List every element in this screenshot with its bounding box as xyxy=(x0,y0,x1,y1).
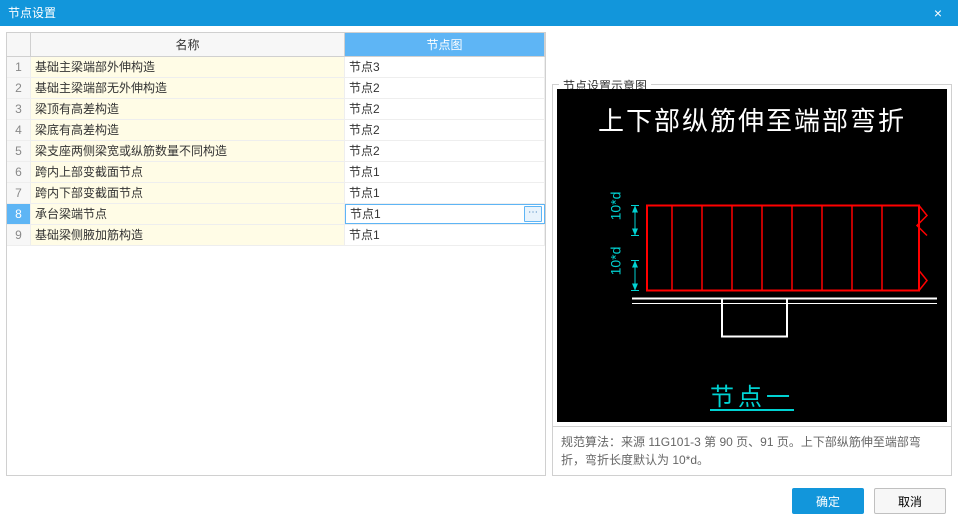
table-row[interactable]: 1基础主梁端部外伸构造节点3 xyxy=(7,57,545,78)
table-row[interactable]: 4梁底有高差构造节点2 xyxy=(7,120,545,141)
th-name[interactable]: 名称 xyxy=(31,33,345,56)
preview-panel: 节点设置示意图 上下部纵筋伸至端部弯折 xyxy=(552,84,952,476)
row-name[interactable]: 梁底有高差构造 xyxy=(31,120,345,140)
row-diagram[interactable]: 节点1 xyxy=(345,162,545,182)
row-diagram[interactable]: 节点1 xyxy=(345,225,545,245)
row-number: 4 xyxy=(7,120,31,140)
diagram-canvas: 上下部纵筋伸至端部弯折 xyxy=(557,89,947,422)
row-name[interactable]: 基础梁侧腋加筋构造 xyxy=(31,225,345,245)
footer: 确定 取消 xyxy=(0,482,958,520)
dim-label-2: 10*d xyxy=(607,247,623,276)
row-diagram[interactable]: 节点2 xyxy=(345,120,545,140)
description-text: 规范算法：来源 11G101-3 第 90 页、91 页。上下部纵筋伸至端部弯折… xyxy=(553,426,951,475)
row-diagram[interactable]: 节点2 xyxy=(345,78,545,98)
row-name[interactable]: 承台梁端节点 xyxy=(31,204,345,224)
table-row[interactable]: 6跨内上部变截面节点节点1 xyxy=(7,162,545,183)
table-header: 名称 节点图 xyxy=(7,33,545,57)
table-row[interactable]: 5梁支座两侧梁宽或纵筋数量不同构造节点2 xyxy=(7,141,545,162)
table-row[interactable]: 3梁顶有高差构造节点2 xyxy=(7,99,545,120)
ellipsis-button[interactable]: ⋯ xyxy=(524,206,542,222)
row-number: 9 xyxy=(7,225,31,245)
row-number: 8 xyxy=(7,204,31,224)
row-number: 6 xyxy=(7,162,31,182)
row-diagram[interactable]: 节点1 ⋯ xyxy=(345,204,545,224)
row-name[interactable]: 基础主梁端部无外伸构造 xyxy=(31,78,345,98)
row-name[interactable]: 基础主梁端部外伸构造 xyxy=(31,57,345,77)
th-rownum xyxy=(7,33,31,56)
ok-button[interactable]: 确定 xyxy=(792,488,864,514)
settings-table: 名称 节点图 1基础主梁端部外伸构造节点32基础主梁端部无外伸构造节点23梁顶有… xyxy=(6,32,546,476)
diagram-caption: 节点一 xyxy=(710,377,794,412)
cancel-button[interactable]: 取消 xyxy=(874,488,946,514)
window-title: 节点设置 xyxy=(8,0,56,26)
row-number: 2 xyxy=(7,78,31,98)
row-name[interactable]: 跨内下部变截面节点 xyxy=(31,183,345,203)
row-number: 1 xyxy=(7,57,31,77)
table-row[interactable]: 7跨内下部变截面节点节点1 xyxy=(7,183,545,204)
table-row[interactable]: 8承台梁端节点节点1 ⋯ xyxy=(7,204,545,225)
row-diagram[interactable]: 节点2 xyxy=(345,141,545,161)
close-button[interactable]: × xyxy=(918,0,958,26)
row-diagram-value: 节点1 xyxy=(350,204,381,224)
row-diagram[interactable]: 节点1 xyxy=(345,183,545,203)
row-name[interactable]: 跨内上部变截面节点 xyxy=(31,162,345,182)
dim-label-1: 10*d xyxy=(607,192,623,221)
row-number: 5 xyxy=(7,141,31,161)
table-row[interactable]: 9基础梁侧腋加筋构造节点1 xyxy=(7,225,545,246)
th-diagram[interactable]: 节点图 xyxy=(345,33,545,56)
row-number: 3 xyxy=(7,99,31,119)
titlebar: 节点设置 × xyxy=(0,0,958,26)
row-diagram[interactable]: 节点2 xyxy=(345,99,545,119)
row-number: 7 xyxy=(7,183,31,203)
row-name[interactable]: 梁顶有高差构造 xyxy=(31,99,345,119)
table-row[interactable]: 2基础主梁端部无外伸构造节点2 xyxy=(7,78,545,99)
row-name[interactable]: 梁支座两侧梁宽或纵筋数量不同构造 xyxy=(31,141,345,161)
row-diagram[interactable]: 节点3 xyxy=(345,57,545,77)
